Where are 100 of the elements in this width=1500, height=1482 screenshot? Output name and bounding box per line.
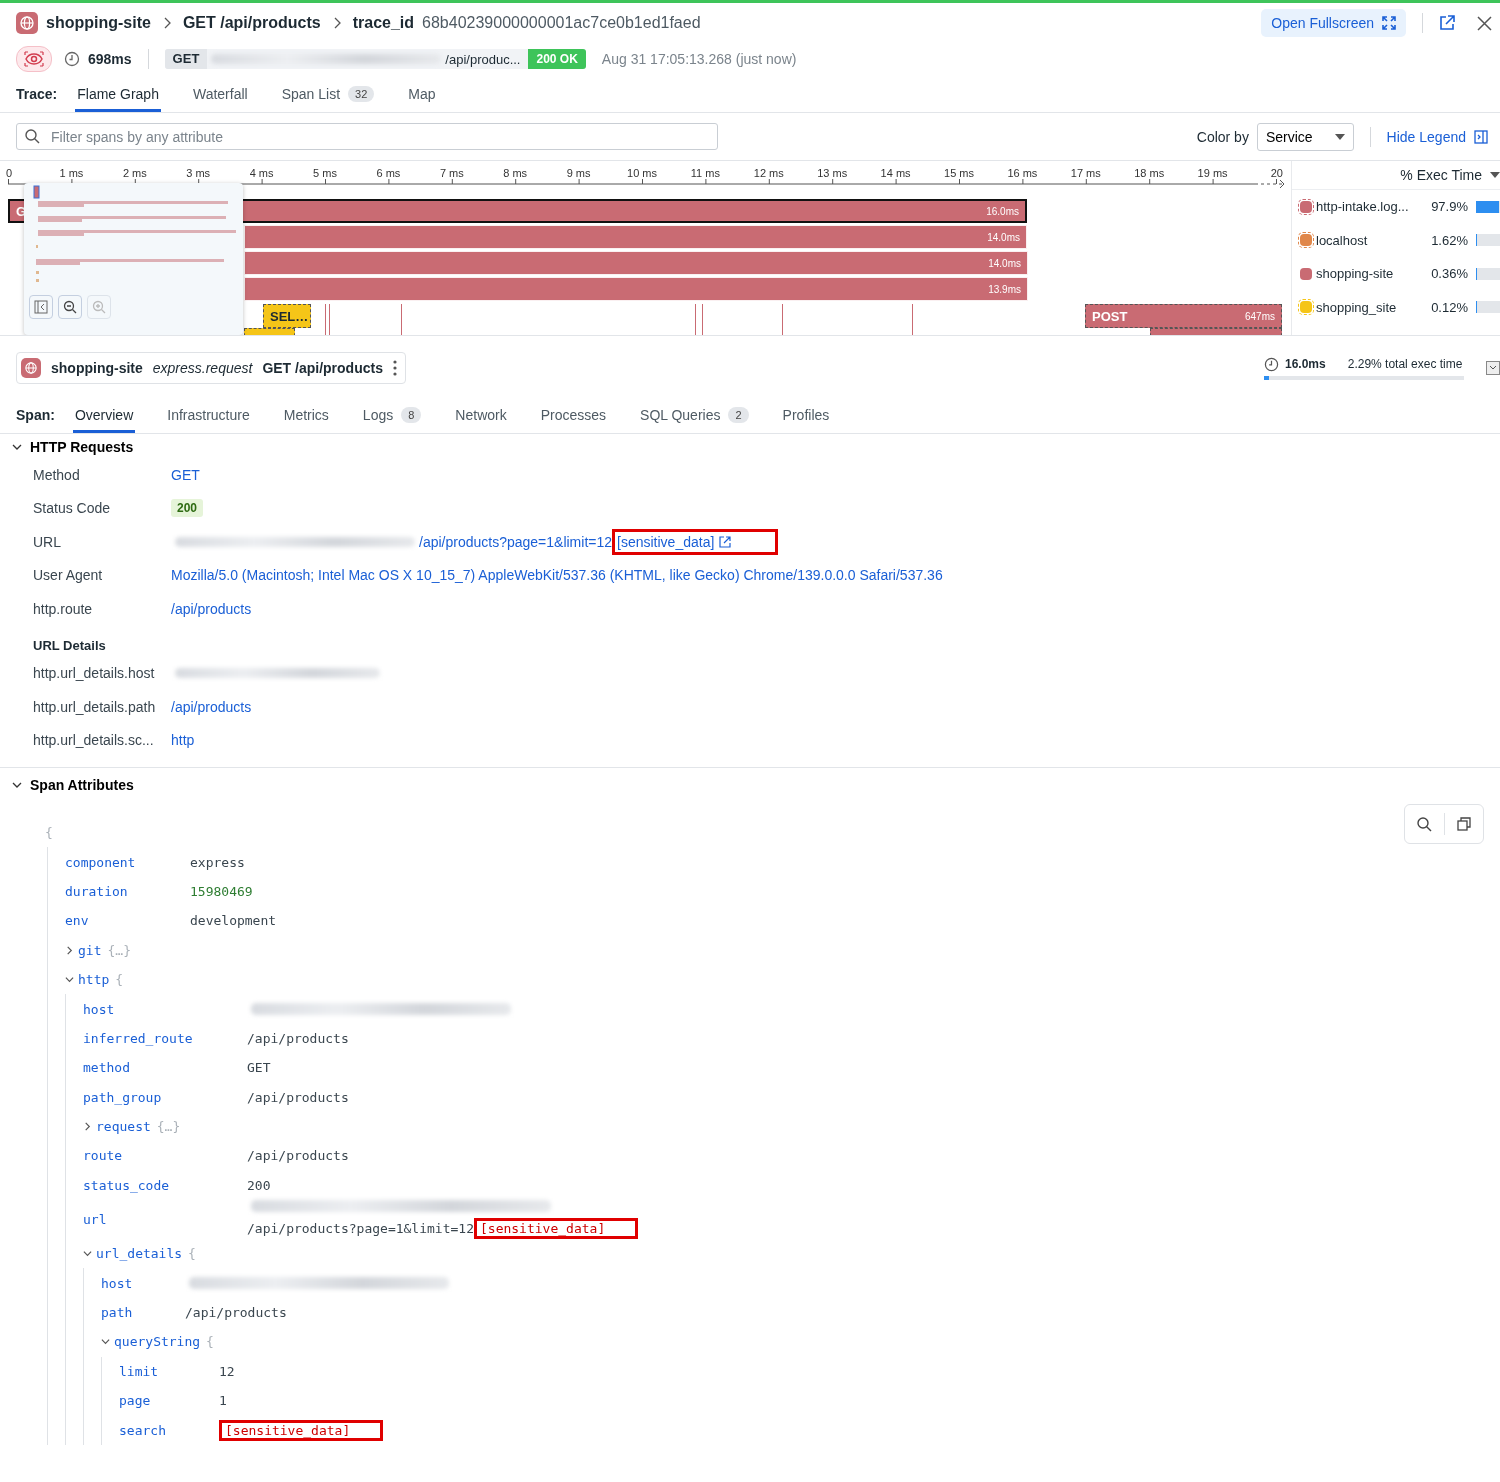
json-brace: { <box>206 1334 214 1350</box>
property-label: http.route <box>33 600 94 617</box>
chevron-down-icon <box>12 442 22 452</box>
trace-tab[interactable]: Span List 32 <box>279 86 377 112</box>
span-tab[interactable]: Network <box>453 407 509 433</box>
status-code-tag: 200 <box>171 499 204 518</box>
property-label: URL <box>33 533 62 550</box>
trace-tab[interactable]: Waterfall <box>190 86 250 112</box>
external-link-icon[interactable] <box>719 535 732 548</box>
axis-tick-label: 11 ms <box>690 167 720 179</box>
flame-span[interactable]: 14.0ms <box>244 225 1027 249</box>
attribute-key: host <box>101 1275 159 1291</box>
expand-caret-icon[interactable] <box>83 1122 92 1132</box>
span-tab[interactable]: Logs 8 <box>360 407 424 433</box>
hide-legend-button[interactable]: Hide Legend <box>1386 128 1488 145</box>
service-color-dot <box>1298 232 1314 249</box>
filter-search-field[interactable]: Filter spans by any attribute <box>16 123 718 150</box>
axis-tick-label: 20 <box>1270 167 1283 179</box>
span-tab[interactable]: Overview <box>72 407 136 433</box>
axis-tick-label: 19 ms <box>1197 167 1228 179</box>
property-value[interactable]: /api/products <box>171 698 252 715</box>
section-header[interactable]: Span Attributes <box>12 774 134 796</box>
flame-span[interactable]: POST 647ms <box>1085 304 1282 328</box>
flame-span[interactable]: 14.0ms <box>244 251 1028 275</box>
axis-tick-label: 12 ms <box>753 167 784 179</box>
expand-caret-icon[interactable] <box>65 945 74 955</box>
eye-icon[interactable] <box>16 46 52 72</box>
axis-tick-label: 18 ms <box>1134 167 1165 179</box>
span-tab[interactable]: Processes <box>538 407 609 433</box>
url-value[interactable]: /api/products?page=1&limit=12 <box>419 533 613 550</box>
trace-id-label: trace_id <box>352 14 415 32</box>
highlighted-value: [sensitive_data] <box>474 1218 639 1240</box>
legend-title[interactable]: % Exec Time <box>1400 167 1482 183</box>
chevron-down-icon <box>12 780 22 790</box>
property-value[interactable]: GET <box>171 466 200 483</box>
span-tab[interactable]: Metrics <box>281 407 331 433</box>
property-value[interactable]: Mozilla/5.0 (Macintosh; Intel Mac OS X 10_15_7) AppleWebKit/537.36 (KHTML, like Gecko) Chrome/139.0.0.0 Safari/537.36 <box>171 567 943 584</box>
copy-icon[interactable] <box>1457 817 1471 831</box>
json-brace: { <box>115 972 124 988</box>
collapse-panel-icon[interactable] <box>1486 361 1500 375</box>
axis-tick-label: 5 ms <box>313 167 337 179</box>
service-logo-icon <box>21 358 41 378</box>
attribute-key: request <box>96 1119 151 1135</box>
span-tab[interactable]: Infrastructure <box>165 407 252 433</box>
attribute-key: status_code <box>83 1177 221 1193</box>
span-marker <box>695 304 696 335</box>
attribute-value: /api/products <box>185 1305 287 1321</box>
attribute-key: env <box>65 913 164 929</box>
color-by-select[interactable]: Service <box>1256 122 1354 151</box>
axis-tick-label: 16 ms <box>1007 167 1038 179</box>
chevron-right-icon <box>332 17 341 29</box>
status-tag: 200 OK <box>528 49 586 69</box>
expand-caret-icon[interactable] <box>101 1337 110 1347</box>
attribute-value: /api/products <box>247 1089 349 1105</box>
trace-tab[interactable]: Map <box>406 86 438 112</box>
clock-icon <box>1264 356 1279 372</box>
axis-tick-label: 10 ms <box>627 167 657 179</box>
attribute-key: method <box>83 1060 221 1076</box>
property-label: http.url_details.sc... <box>33 732 155 749</box>
exec-time-percent: 0.36% <box>1430 266 1468 282</box>
span-tab[interactable]: SQL Queries 2 <box>638 407 751 433</box>
caret-down-icon[interactable] <box>1490 172 1500 178</box>
attribute-value: /api/products <box>247 1030 349 1046</box>
trace-duration: 698ms <box>88 51 132 67</box>
property-value[interactable]: http <box>171 732 195 749</box>
attribute-key: url_details <box>96 1246 183 1262</box>
span-marker <box>329 304 330 335</box>
external-link-icon[interactable] <box>1439 15 1455 31</box>
service-color-dot <box>1298 198 1314 215</box>
legend-service-name: shopping_site <box>1316 299 1398 315</box>
expand-caret-icon[interactable] <box>65 975 74 985</box>
flame-span[interactable]: 13.9ms <box>244 277 1028 301</box>
open-fullscreen-button[interactable]: Open Fullscreen <box>1261 9 1406 37</box>
axis-tick-label: 13 ms <box>817 167 848 179</box>
breadcrumb-service[interactable]: shopping-site <box>46 14 151 32</box>
close-icon[interactable] <box>1477 15 1492 31</box>
section-header[interactable]: HTTP Requests <box>12 436 134 458</box>
zoom-out-button[interactable] <box>58 295 82 319</box>
search-icon[interactable] <box>1417 816 1432 832</box>
span-operation: express.request <box>152 360 253 376</box>
span-marker <box>782 304 783 335</box>
collapse-minimap-button[interactable] <box>29 295 53 319</box>
trace-tab[interactable]: Flame Graph <box>75 86 161 112</box>
span-service: shopping-site <box>51 360 143 376</box>
attribute-key: url <box>83 1212 221 1228</box>
span-tab[interactable]: Profiles <box>780 407 832 433</box>
property-label: Method <box>33 466 81 483</box>
attribute-value: 15980469 <box>190 883 253 899</box>
property-value[interactable]: /api/products <box>171 600 252 617</box>
expand-caret-icon[interactable] <box>83 1249 92 1259</box>
trace-id: 68b40239000000001ac7ce0b1ed1faed <box>422 14 701 32</box>
axis-tick-label: 8 ms <box>503 167 528 179</box>
attribute-key: inferred_route <box>83 1030 221 1046</box>
breadcrumb-resource[interactable]: GET /api/products <box>182 14 321 32</box>
exec-time-percent: 97.9% <box>1430 199 1468 215</box>
json-brace: { <box>188 1246 196 1262</box>
attribute-key: route <box>83 1148 221 1164</box>
more-options-icon[interactable] <box>392 360 397 376</box>
flame-span[interactable]: SEL… <box>263 304 311 328</box>
attribute-key: host <box>83 1001 221 1017</box>
